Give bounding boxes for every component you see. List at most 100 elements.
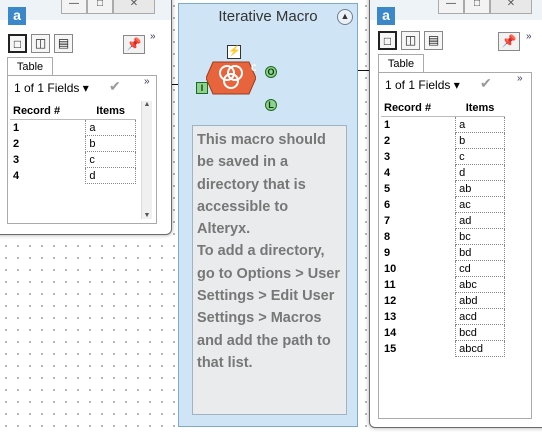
- column-header-record[interactable]: Record #: [10, 103, 86, 120]
- loop-anchor[interactable]: L: [265, 99, 277, 111]
- input-anchor[interactable]: I: [196, 82, 208, 94]
- macro-container[interactable]: Iterative Macro ▲ ⚡ C I O L This macro s…: [178, 3, 358, 427]
- table-row[interactable]: 6 ac: [381, 196, 505, 213]
- macro-tool[interactable]: C: [205, 56, 258, 100]
- items-cell[interactable]: cd: [455, 260, 505, 277]
- items-cell[interactable]: bc: [455, 228, 505, 245]
- table-row[interactable]: 2b: [10, 135, 136, 152]
- record-number-cell[interactable]: 11: [381, 277, 456, 293]
- table-row[interactable]: 10 cd: [381, 260, 505, 277]
- record-number-cell[interactable]: 3: [381, 149, 456, 165]
- scroll-down-icon[interactable]: ▼: [142, 212, 152, 219]
- output-anchor[interactable]: O: [265, 66, 277, 78]
- record-number-cell[interactable]: 2: [381, 133, 456, 149]
- record-number-cell[interactable]: 2: [10, 136, 86, 152]
- minimize-icon[interactable]: —: [438, 0, 464, 14]
- table-row[interactable]: 13 acd: [381, 308, 505, 325]
- table-row[interactable]: 4d: [381, 164, 505, 181]
- table-row[interactable]: 1a: [10, 119, 136, 136]
- record-number-cell[interactable]: 3: [10, 152, 86, 168]
- record-number-cell[interactable]: 7: [381, 213, 456, 229]
- items-cell[interactable]: c: [455, 148, 505, 165]
- checkmark-icon[interactable]: ✔: [480, 75, 492, 92]
- items-cell[interactable]: bd: [455, 244, 505, 261]
- column-header-record[interactable]: Record #: [381, 100, 456, 117]
- column-header-items[interactable]: Items: [85, 103, 136, 120]
- record-number-cell[interactable]: 14: [381, 325, 456, 341]
- record-number-cell[interactable]: 4: [381, 165, 456, 181]
- browse-window-left[interactable]: a — □ ✕ □ ◫ ▤ 📌 » Table 1 of 1 Fields ▾ …: [0, 0, 172, 235]
- items-cell[interactable]: b: [455, 132, 505, 149]
- record-number-cell[interactable]: 1: [381, 117, 456, 133]
- split-vertical-icon[interactable]: ◫: [31, 34, 50, 53]
- chevron-up-icon[interactable]: ▲: [337, 9, 353, 25]
- items-cell[interactable]: d: [85, 167, 136, 184]
- split-vertical-icon[interactable]: ◫: [401, 31, 420, 50]
- pin-icon[interactable]: 📌: [123, 35, 145, 54]
- items-cell[interactable]: abd: [455, 292, 505, 309]
- items-cell[interactable]: abcd: [455, 340, 505, 357]
- items-cell[interactable]: a: [455, 116, 505, 133]
- dropdown-arrow-icon[interactable]: ▾: [454, 78, 460, 92]
- browse-window-right[interactable]: a — □ ✕ □ ◫ ▤ 📌 » Table 1 of 1 Fields ▾ …: [369, 0, 542, 428]
- column-header-items[interactable]: Items: [455, 100, 505, 117]
- minimize-icon[interactable]: —: [61, 0, 87, 14]
- comment-box[interactable]: This macro should be saved in a director…: [192, 125, 347, 415]
- fields-selector[interactable]: 1 of 1 Fields ▾: [14, 81, 89, 95]
- items-cell[interactable]: a: [85, 119, 136, 136]
- close-icon[interactable]: ✕: [113, 0, 155, 14]
- expand-icon[interactable]: »: [144, 76, 150, 87]
- maximize-icon[interactable]: □: [87, 0, 113, 14]
- record-number-cell[interactable]: 5: [381, 181, 456, 197]
- table-row[interactable]: 7 ad: [381, 212, 505, 229]
- record-number-cell[interactable]: 13: [381, 309, 456, 325]
- maximize-icon[interactable]: □: [464, 0, 490, 14]
- table-row[interactable]: 9 bd: [381, 244, 505, 261]
- close-icon[interactable]: ✕: [490, 0, 532, 14]
- split-horizontal-icon[interactable]: ▤: [424, 31, 443, 50]
- table-panel: 1 of 1 Fields ▾ ✔ » Record # Items 1a2b3…: [7, 75, 157, 224]
- split-horizontal-icon[interactable]: ▤: [54, 34, 73, 53]
- items-cell[interactable]: bcd: [455, 324, 505, 341]
- table-row[interactable]: 11 abc: [381, 276, 505, 293]
- expand-icon[interactable]: »: [526, 31, 532, 42]
- expand-icon[interactable]: »: [517, 73, 523, 84]
- record-number-cell[interactable]: 1: [10, 120, 86, 136]
- dropdown-arrow-icon[interactable]: ▾: [83, 81, 89, 95]
- record-number-cell[interactable]: 15: [381, 341, 456, 357]
- record-number-cell[interactable]: 6: [381, 197, 456, 213]
- items-cell[interactable]: ab: [455, 180, 505, 197]
- items-cell[interactable]: ac: [455, 196, 505, 213]
- table-row[interactable]: 4d: [10, 167, 136, 184]
- items-cell[interactable]: d: [455, 164, 505, 181]
- checkmark-icon[interactable]: ✔: [109, 78, 121, 95]
- tab-table[interactable]: Table: [378, 54, 424, 73]
- single-view-icon[interactable]: □: [8, 34, 27, 53]
- items-cell[interactable]: b: [85, 135, 136, 152]
- record-number-cell[interactable]: 10: [381, 261, 456, 277]
- table-row[interactable]: 14 bcd: [381, 324, 505, 341]
- record-number-cell[interactable]: 8: [381, 229, 456, 245]
- fields-selector[interactable]: 1 of 1 Fields ▾: [385, 78, 460, 92]
- table-row[interactable]: 3c: [10, 151, 136, 168]
- items-cell[interactable]: ad: [455, 212, 505, 229]
- items-cell[interactable]: acd: [455, 308, 505, 325]
- record-number-cell[interactable]: 9: [381, 245, 456, 261]
- table-row[interactable]: 8 bc: [381, 228, 505, 245]
- table-row[interactable]: 3c: [381, 148, 505, 165]
- table-row[interactable]: 2b: [381, 132, 505, 149]
- items-cell[interactable]: abc: [455, 276, 505, 293]
- tab-table[interactable]: Table: [7, 57, 53, 76]
- single-view-icon[interactable]: □: [378, 31, 397, 50]
- record-number-cell[interactable]: 4: [10, 168, 86, 184]
- pin-icon[interactable]: 📌: [498, 32, 520, 51]
- expand-icon[interactable]: »: [150, 31, 156, 42]
- table-row[interactable]: 15 abcd: [381, 340, 505, 357]
- items-cell[interactable]: c: [85, 151, 136, 168]
- table-row[interactable]: 5 ab: [381, 180, 505, 197]
- table-row[interactable]: 1a: [381, 116, 505, 133]
- vertical-scrollbar[interactable]: ▲ ▼: [141, 101, 152, 219]
- record-number-cell[interactable]: 12: [381, 293, 456, 309]
- scroll-up-icon[interactable]: ▲: [142, 101, 152, 108]
- table-row[interactable]: 12 abd: [381, 292, 505, 309]
